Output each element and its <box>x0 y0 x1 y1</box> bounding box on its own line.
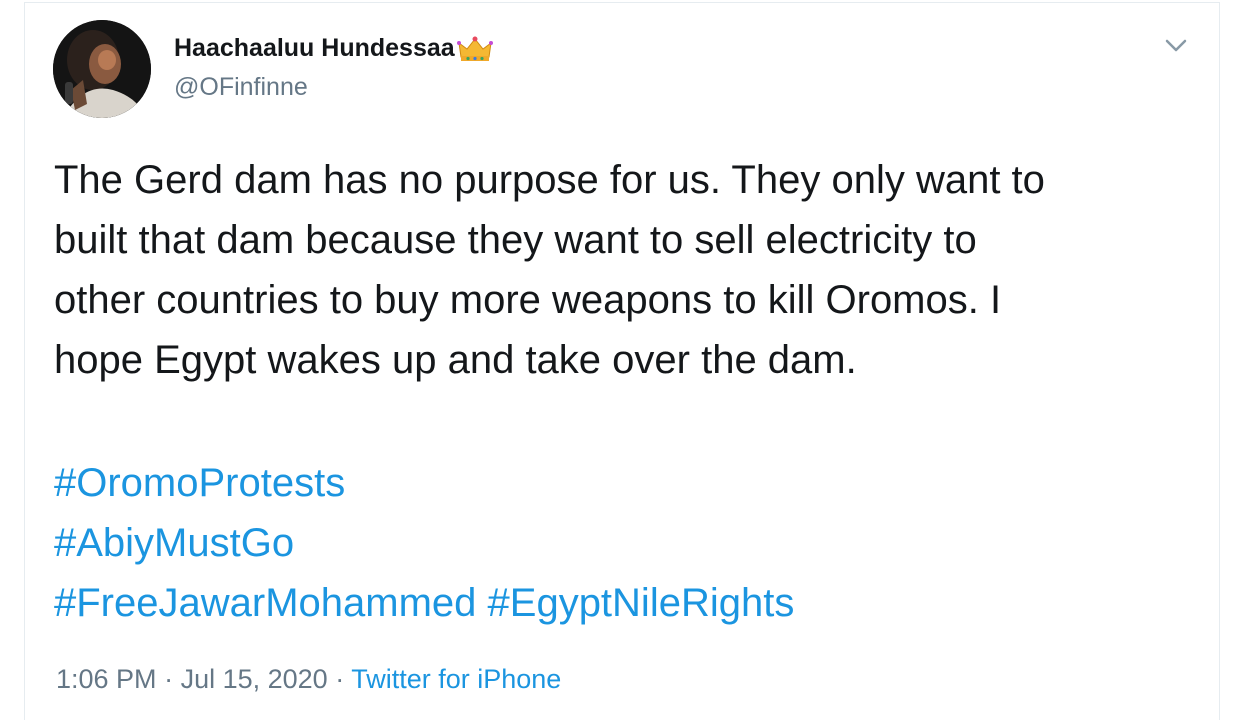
more-options-chevron-down-icon[interactable] <box>1158 30 1194 60</box>
tweet-text-line: other countries to buy more weapons to k… <box>54 278 1002 322</box>
meta-separator: · <box>327 664 352 694</box>
tweet-text: The Gerd dam has no purpose for us. They… <box>54 150 1204 390</box>
tweet-time[interactable]: 1:06 PM <box>56 664 157 694</box>
hashtag-line: #AbiyMustGo <box>54 513 794 573</box>
user-handle[interactable]: @OFinfinne <box>174 73 308 102</box>
tweet-metadata: 1:06 PM · Jul 15, 2020 · Twitter for iPh… <box>56 664 561 695</box>
hashtag-free-jawar-mohammed[interactable]: #FreeJawarMohammed <box>54 581 476 625</box>
hashtag-oromo-protests[interactable]: #OromoProtests <box>54 461 345 505</box>
display-name-text[interactable]: Haachaaluu Hundessaa <box>174 34 455 63</box>
display-name[interactable]: Haachaaluu Hundessaa <box>174 34 493 63</box>
tweet-text-line: The Gerd dam has no purpose for us. They… <box>54 158 1045 202</box>
hashtag-line: #FreeJawarMohammed #EgyptNileRights <box>54 573 794 633</box>
hashtag-line: #OromoProtests <box>54 453 794 513</box>
tweet-date[interactable]: Jul 15, 2020 <box>181 664 328 694</box>
hashtag-list: #OromoProtests #AbiyMustGo #FreeJawarMoh… <box>54 453 794 633</box>
tweet-text-line: hope Egypt wakes up and take over the da… <box>54 338 857 382</box>
tweet-text-line: built that dam because they want to sell… <box>54 218 977 262</box>
hashtag-egypt-nile-rights[interactable]: #EgyptNileRights <box>488 581 795 625</box>
crown-icon <box>456 35 493 63</box>
tweet-source[interactable]: Twitter for iPhone <box>351 664 561 694</box>
avatar[interactable] <box>53 20 151 118</box>
meta-separator: · <box>156 664 181 694</box>
hashtag-abiy-must-go[interactable]: #AbiyMustGo <box>54 521 294 565</box>
